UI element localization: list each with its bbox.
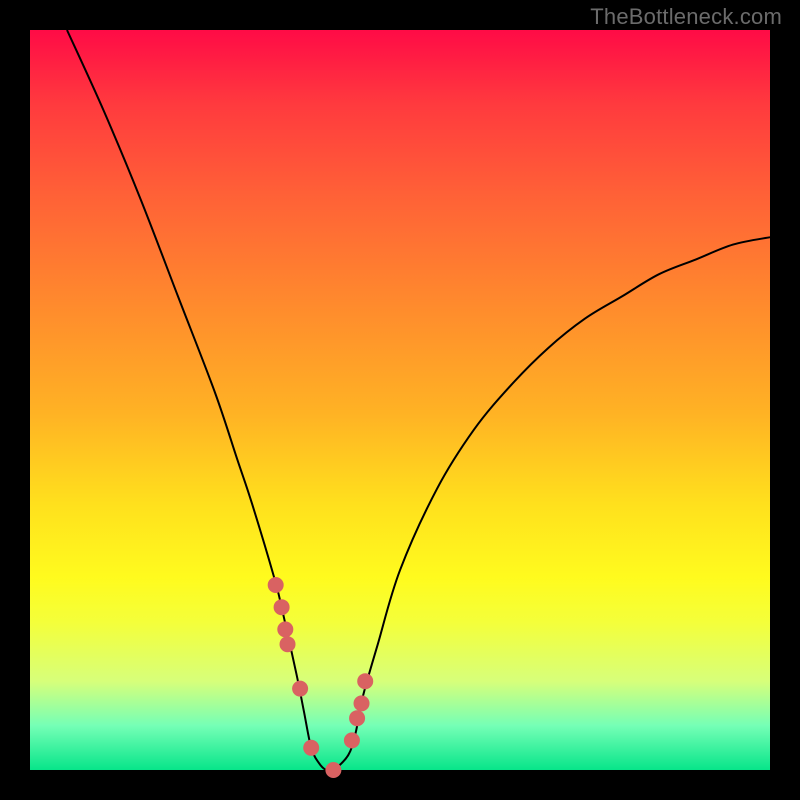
curve-marker bbox=[274, 599, 290, 615]
curve-marker bbox=[303, 740, 319, 756]
chart-frame: TheBottleneck.com bbox=[0, 0, 800, 800]
curve-marker bbox=[354, 695, 370, 711]
curve-marker bbox=[344, 732, 360, 748]
curve-marker bbox=[325, 762, 341, 778]
curve-marker bbox=[292, 681, 308, 697]
chart-svg bbox=[30, 30, 770, 770]
bottleneck-curve bbox=[67, 30, 770, 771]
curve-marker bbox=[357, 673, 373, 689]
curve-marker bbox=[277, 621, 293, 637]
marker-group bbox=[268, 577, 374, 778]
plot-area bbox=[30, 30, 770, 770]
curve-marker bbox=[280, 636, 296, 652]
curve-marker bbox=[268, 577, 284, 593]
watermark-text: TheBottleneck.com bbox=[590, 4, 782, 30]
curve-marker bbox=[349, 710, 365, 726]
